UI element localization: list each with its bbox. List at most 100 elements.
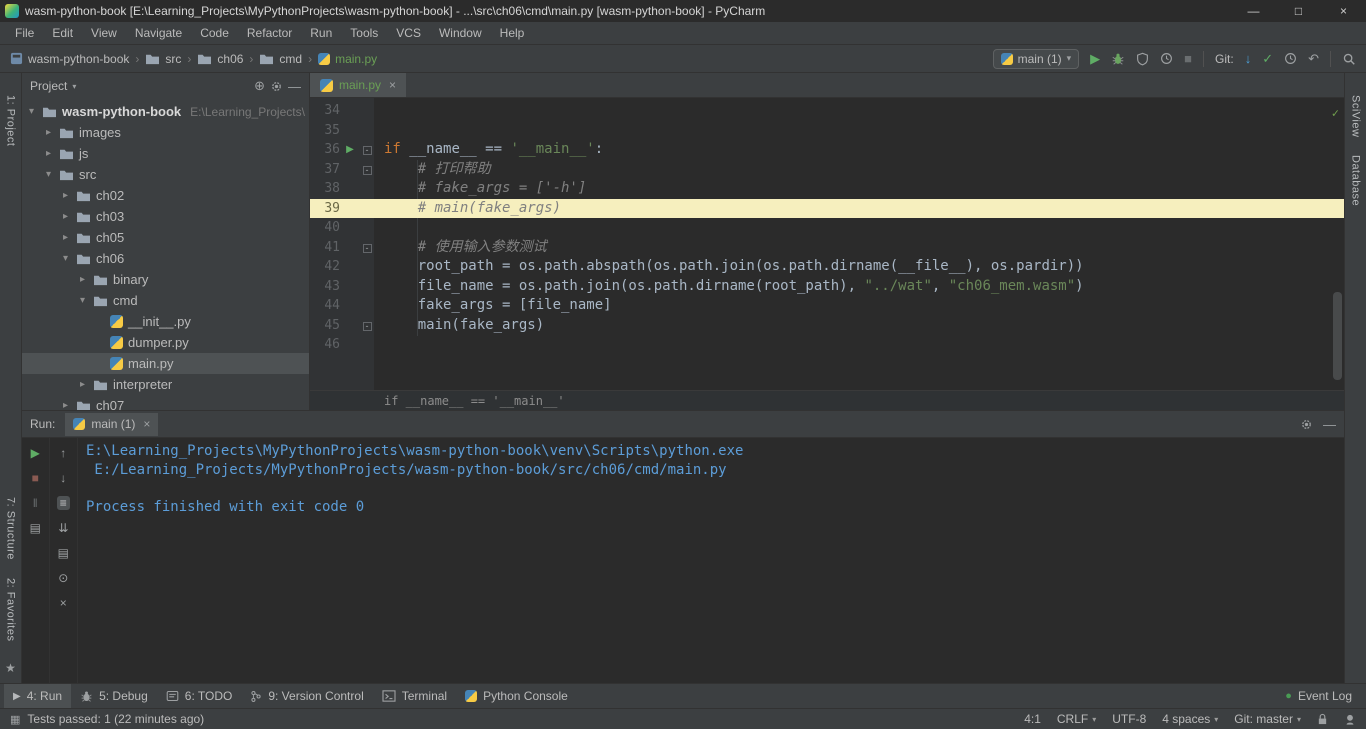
settings-gear-icon[interactable]	[270, 80, 283, 93]
inspections-ok-icon[interactable]: ✓	[1332, 104, 1339, 124]
rerun-button[interactable]: ▶	[31, 446, 40, 460]
tree-item-ch06[interactable]: ▾ ch06	[22, 248, 309, 269]
scroll-end-button[interactable]: ⇊	[58, 521, 68, 535]
run-tab-main-1[interactable]: main (1) ×	[65, 412, 159, 436]
menu-view[interactable]: View	[82, 23, 126, 43]
tree-item-main-py[interactable]: main.py	[22, 353, 309, 374]
chevron-down-icon[interactable]: ▾	[43, 169, 54, 180]
up-button[interactable]: ↑	[60, 446, 66, 460]
chevron-right-icon[interactable]: ▸	[77, 379, 88, 390]
chevron-right-icon[interactable]: ▸	[43, 148, 54, 159]
clear-button[interactable]: ×	[60, 596, 67, 610]
fold-icon[interactable]: -	[360, 238, 374, 258]
tree-item-ch02[interactable]: ▸ ch02	[22, 185, 309, 206]
toolwindow-5-debug[interactable]: 5: Debug	[71, 684, 157, 709]
soft-wrap-button[interactable]: ≡	[56, 496, 70, 510]
status-crlf[interactable]: CRLF ▾	[1057, 712, 1096, 726]
tool-window-switcher-icon[interactable]: ▦	[10, 713, 20, 726]
locate-file-button[interactable]: ⊕	[254, 78, 265, 94]
debug-button[interactable]	[1111, 52, 1125, 66]
menu-refactor[interactable]: Refactor	[238, 23, 301, 43]
toolwindow-6-todo[interactable]: 6: TODO	[157, 684, 242, 709]
print-button[interactable]: ▤	[58, 546, 69, 560]
rollback-button[interactable]: ↶	[1308, 51, 1319, 67]
close-run-tab-icon[interactable]: ×	[143, 417, 150, 431]
chevron-right-icon[interactable]: ▸	[77, 274, 88, 285]
toolwindow-python-console[interactable]: Python Console	[456, 684, 577, 709]
menu-window[interactable]: Window	[430, 23, 491, 43]
run-line-icon[interactable]: ▶	[340, 140, 360, 160]
pin-button[interactable]: ⊙	[58, 571, 68, 585]
stripe-label-database[interactable]: Database	[1350, 155, 1362, 206]
tree-item-binary[interactable]: ▸ binary	[22, 269, 309, 290]
event-log-button[interactable]: ● Event Log	[1285, 689, 1362, 703]
tree-item-js[interactable]: ▸ js	[22, 143, 309, 164]
tree-item-dumper-py[interactable]: dumper.py	[22, 332, 309, 353]
run-console-output[interactable]: E:\Learning_Projects\MyPythonProjects\wa…	[78, 438, 1344, 683]
breadcrumb-item-wasm-python-book[interactable]: wasm-python-book	[10, 52, 129, 66]
stripe-label-sciview[interactable]: SciView	[1350, 95, 1362, 137]
breadcrumb-item-main-py[interactable]: main.py	[318, 52, 377, 66]
status-utf-8[interactable]: UTF-8	[1112, 712, 1146, 726]
hide-run-panel-button[interactable]: —	[1323, 417, 1336, 432]
profiler-button[interactable]	[1160, 52, 1173, 65]
fold-icon[interactable]: -	[360, 316, 374, 336]
lock-icon[interactable]	[1317, 713, 1328, 726]
fold-icon[interactable]: -	[360, 140, 374, 160]
project-panel-title[interactable]: Project	[30, 79, 67, 93]
run-config-select[interactable]: main (1) ▾	[992, 48, 1080, 69]
toolwindow-9-version-control[interactable]: 9: Version Control	[241, 684, 372, 709]
menu-edit[interactable]: Edit	[43, 23, 82, 43]
stripe-label-7-structure[interactable]: 7: Structure	[5, 497, 17, 560]
tree-item-ch03[interactable]: ▸ ch03	[22, 206, 309, 227]
chevron-right-icon[interactable]: ▸	[60, 211, 71, 222]
stripe-label-1-project[interactable]: 1: Project	[5, 95, 17, 146]
chevron-right-icon[interactable]: ▸	[43, 127, 54, 138]
menu-vcs[interactable]: VCS	[387, 23, 430, 43]
maximize-button[interactable]: □	[1276, 0, 1321, 22]
menu-tools[interactable]: Tools	[341, 23, 387, 43]
tree-item-ch05[interactable]: ▸ ch05	[22, 227, 309, 248]
menu-navigate[interactable]: Navigate	[126, 23, 191, 43]
run-button[interactable]: ▶	[1090, 51, 1100, 67]
restore-layout-button[interactable]: ▤	[30, 521, 41, 535]
chevron-down-icon[interactable]: ▾	[26, 106, 37, 117]
hector-inspector-icon[interactable]	[1344, 713, 1356, 726]
stop-button[interactable]: ■	[1184, 51, 1192, 66]
coverage-button[interactable]	[1136, 52, 1149, 66]
menu-help[interactable]: Help	[491, 23, 534, 43]
tree-item-cmd[interactable]: ▾ cmd	[22, 290, 309, 311]
tree-item-interpreter[interactable]: ▸ interpreter	[22, 374, 309, 395]
fold-icon[interactable]: -	[360, 160, 374, 180]
code-area[interactable]: 34 35 36 ▶ - if __name__ == '__main__': 37- # …	[310, 98, 1344, 390]
tab-main-py[interactable]: main.py ×	[310, 73, 407, 97]
commit-button[interactable]: ✓	[1262, 51, 1273, 67]
tree-item-src[interactable]: ▾ src	[22, 164, 309, 185]
chevron-right-icon[interactable]: ▸	[60, 190, 71, 201]
status-4-spaces[interactable]: 4 spaces ▾	[1162, 712, 1218, 726]
menu-file[interactable]: File	[6, 23, 43, 43]
run-settings-gear-icon[interactable]	[1300, 418, 1313, 431]
search-everywhere-button[interactable]	[1342, 52, 1356, 66]
tree-item-images[interactable]: ▸ images	[22, 122, 309, 143]
menu-code[interactable]: Code	[191, 23, 238, 43]
pause-button[interactable]: ‖	[33, 496, 38, 510]
status-4-1[interactable]: 4:1	[1024, 712, 1041, 726]
status-message[interactable]: Tests passed: 1 (22 minutes ago)	[27, 712, 204, 726]
close-tab-icon[interactable]: ×	[389, 78, 396, 92]
hide-panel-button[interactable]: —	[288, 79, 301, 94]
tree-item-wasm-python-book[interactable]: ▾ wasm-python-book E:\Learning_Projects\	[22, 101, 309, 122]
close-button[interactable]: ×	[1321, 0, 1366, 22]
stripe-label-2-favorites[interactable]: 2: Favorites	[5, 578, 17, 641]
toolwindow-4-run[interactable]: ▶ 4: Run	[4, 683, 72, 709]
tree-item-init-py[interactable]: __init__.py	[22, 311, 309, 332]
down-button[interactable]: ↓	[60, 471, 66, 485]
stop-button[interactable]: ■	[32, 471, 39, 485]
minimize-button[interactable]: —	[1231, 0, 1276, 22]
menu-run[interactable]: Run	[301, 23, 341, 43]
toolwindow-terminal[interactable]: Terminal	[373, 684, 456, 709]
status-git-master[interactable]: Git: master ▾	[1234, 712, 1301, 726]
chevron-down-icon[interactable]: ▾	[60, 253, 71, 264]
editor-scrollbar-thumb[interactable]	[1333, 292, 1342, 380]
breadcrumb-item-src[interactable]: src	[145, 52, 181, 66]
